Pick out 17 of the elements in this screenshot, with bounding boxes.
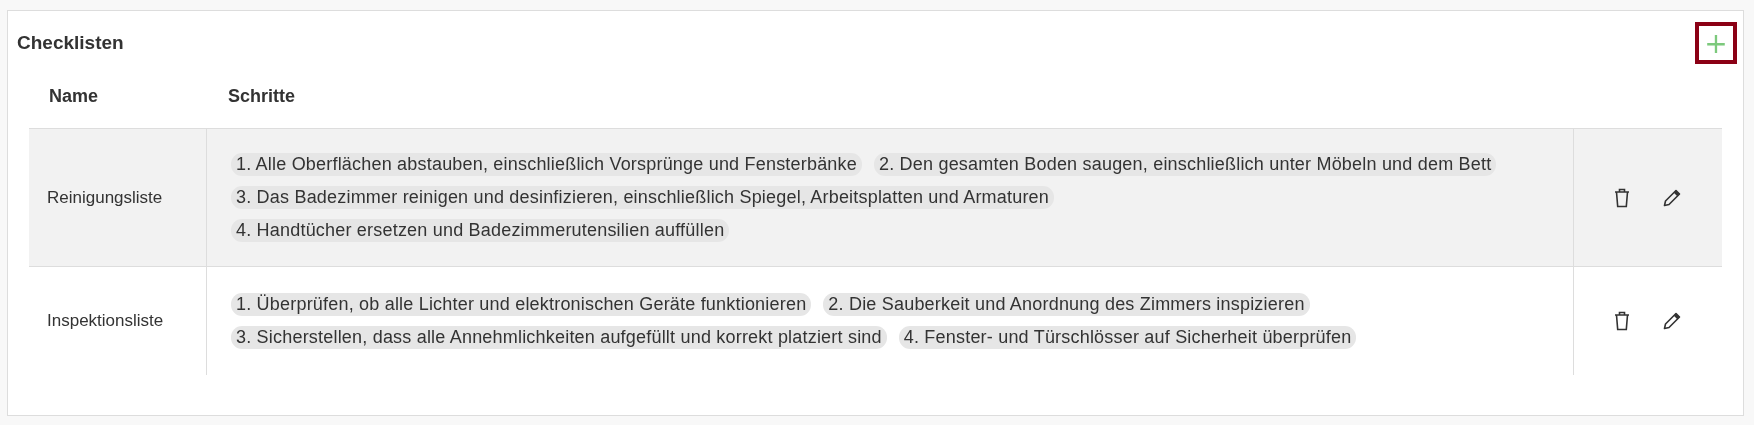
table-cell: Inspektionsliste (29, 267, 207, 375)
step-tag: 4. Handtücher ersetzen und Badezimmerutensilien auffüllen (231, 219, 730, 242)
column-header: Schritte (227, 86, 297, 107)
pencil-icon[interactable] (1662, 187, 1682, 208)
step-tag: 3. Sicherstellen, dass alle Annehmlichkeiten aufgefüllt und korrekt platziert sind (231, 326, 887, 349)
section-title: Checklisten (17, 32, 124, 54)
pencil-icon[interactable] (1662, 311, 1682, 331)
step-tag: 1. Alle Oberflächen abstauben, einschließlich Vorsprünge und Fensterbänke (231, 153, 862, 176)
trash-icon[interactable] (1614, 311, 1630, 331)
step-tag: 3. Das Badezimmer reinigen und desinfizieren, einschließlich Spiegel, Arbeitsplatten und Armaturen (231, 186, 1055, 209)
step-tag: 2. Die Sauberkeit und Anordnung des Zimmers inspizieren (823, 293, 1310, 316)
add-button[interactable]: + (1695, 22, 1737, 64)
trash-icon[interactable] (1614, 187, 1630, 208)
step-tag: 2. Den gesamten Boden saugen, einschließlich unter Möbeln und dem Bett (874, 153, 1497, 176)
step-tag: 4. Fenster- und Türschlösser auf Sicherheit überprüfen (898, 326, 1357, 349)
column-header: Name (48, 86, 100, 107)
step-tag: 1. Überprüfen, ob alle Lichter und elektronischen Geräte funktionieren (231, 293, 812, 316)
